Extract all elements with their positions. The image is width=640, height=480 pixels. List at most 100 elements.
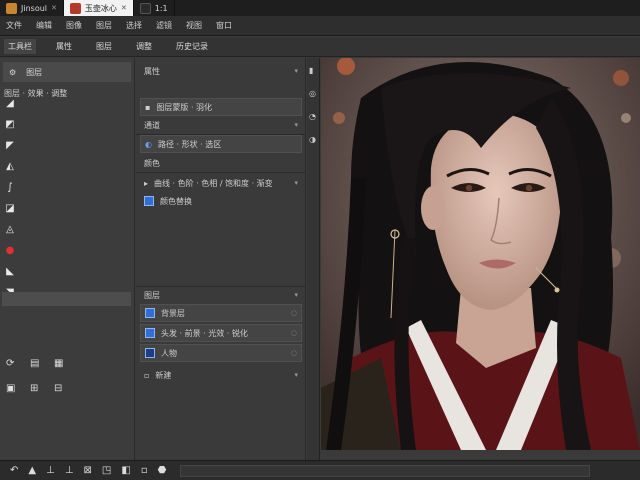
selected-tool-highlight [2,292,131,306]
menu-filter[interactable]: 滤镜 [156,20,172,31]
layer-thumb-icon [145,348,155,358]
menu-bar: 文件 编辑 图像 图层 选择 滤镜 视图 窗口 [0,16,640,36]
panel-section-header[interactable]: 属性 ▾ [140,62,302,80]
left-panel-bottom-icons: ⟳ ▤ ▦ ▣ ⊞ ⊟ [6,358,78,394]
undo-icon[interactable]: ↶ [10,465,18,476]
panel-section-header[interactable]: 图层 ▾ [140,286,302,304]
gear-icon[interactable]: ⚙ [9,68,16,77]
item-label: 新建 [155,370,172,380]
menu-window[interactable]: 窗口 [216,20,232,31]
layer-row[interactable]: ▪ 图层蒙版 · 羽化 [140,98,302,116]
list-item[interactable]: ▫ 新建 ▾ [140,366,302,384]
tab-active-document[interactable]: 玉壶冰心 ✕ [63,0,134,16]
left-panel-header: ⚙ 图层 [3,62,131,82]
panel-section-header[interactable]: ▸ 曲线 · 色阶 · 色相 / 饱和度 · 渐变 ▾ [140,174,302,192]
grid-icon[interactable]: ▦ [54,358,78,369]
align-icon[interactable]: ⊥ [46,465,55,476]
document-tab-bar: Jinsoul ✕ 玉壶冰心 ✕ 1:1 [0,0,640,16]
layer-label: 路径 · 形状 · 选区 [157,139,222,149]
visibility-icon[interactable]: ◌ [291,349,297,357]
settings-icon[interactable]: ⊟ [54,383,78,394]
section-label: 通道 [144,120,160,130]
canvas-image[interactable] [321,58,640,450]
visibility-icon[interactable]: ◌ [291,329,297,337]
panel-tab-tools[interactable]: 工具栏 [4,39,36,54]
fill-tool-icon[interactable]: ◪ [4,203,16,215]
eraser-tool-icon[interactable]: ◩ [4,119,16,131]
tab-jinsoul[interactable]: Jinsoul ✕ [0,0,64,16]
layer-label: 背景层 [161,308,185,318]
color-dot-icon[interactable]: ● [4,245,16,257]
layer-add-icon[interactable]: ▲ [28,465,36,476]
panel-tab-layers[interactable]: 图层 [92,39,116,54]
chevron-down-icon[interactable]: ▾ [294,371,298,379]
brush-tool-icon[interactable]: ◢ [4,98,16,110]
menu-select[interactable]: 选择 [126,20,142,31]
pencil-tool-icon[interactable]: ∫ [4,182,16,194]
panel-tab-properties[interactable]: 属性 [52,39,76,54]
lock-icon[interactable]: ▣ [6,383,30,394]
menu-view[interactable]: 视图 [186,20,202,31]
dodge-tool-icon[interactable]: ◣ [4,266,16,278]
item-label: 颜色 [144,158,160,168]
left-panel-title: 图层 [26,67,43,77]
chevron-down-icon[interactable]: ▾ [294,67,298,75]
circle-icon[interactable]: ◎ [309,89,318,98]
new-layer-icon: ▫ [144,370,150,380]
mask-icon[interactable]: ◑ [309,135,318,144]
menu-layer[interactable]: 图层 [96,20,112,31]
folder-icon[interactable]: ▫ [141,465,148,476]
tab-thumbnail [139,2,151,14]
visibility-icon[interactable]: ◌ [291,309,297,317]
layer-thumb-icon: ▪ [145,102,151,112]
brush-icon: ◐ [145,139,152,149]
layers-properties-panel: 属性 ▾ ▪ 图层蒙版 · 羽化 通道 ▾ ◐ 路径 · 形状 · 选区 颜色 … [136,58,306,460]
refresh-icon[interactable]: ⟳ [6,358,30,369]
list-item[interactable]: 颜色替换 [140,192,302,210]
section-label: 曲线 · 色阶 · 色相 / 饱和度 · 渐变 [154,178,273,188]
adjustment-icon[interactable]: ◧ [121,465,130,476]
layers-icon[interactable]: ▤ [30,358,54,369]
chevron-down-icon[interactable]: ▾ [294,291,298,299]
list-item[interactable]: 颜色 [140,154,302,172]
chevron-down-icon[interactable]: ▾ [294,121,298,129]
tab-third[interactable]: 1:1 [134,0,175,16]
smudge-tool-icon[interactable]: ◭ [4,161,16,173]
tab-thumbnail [69,2,81,14]
item-label: 颜色替换 [160,196,192,206]
layer-thumb-icon [145,308,155,318]
layer-thumb-icon [145,328,155,338]
panel-icon-strip: ▮ ◎ ◔ ◑ [307,58,320,460]
layers-icon[interactable]: ▮ [309,66,318,75]
panel-section-header[interactable]: 通道 ▾ [140,116,302,134]
panel-tab-history[interactable]: 历史记录 [172,39,212,54]
section-label: 属性 [144,66,160,76]
menu-edit[interactable]: 编辑 [36,20,52,31]
close-icon[interactable]: ✕ [51,4,57,12]
layer-row[interactable]: 人物 ◌ [140,344,302,362]
fx-icon[interactable]: ⊠ [84,465,92,476]
mask-add-icon[interactable]: ◳ [102,465,111,476]
left-tool-panel: ⚙ 图层 图层 · 效果 · 调整 ◢ ◩ ◤ ◭ ∫ ◪ ◬ ● ◣ ◥ ⟳ … [0,58,135,460]
menu-image[interactable]: 图像 [66,20,82,31]
adjust-icon[interactable]: ◔ [309,112,318,121]
layer-row[interactable]: 背景层 ◌ [140,304,302,322]
panel-tab-adjust[interactable]: 调整 [132,39,156,54]
merge-icon[interactable]: ⊥ [65,465,74,476]
blur-tool-icon[interactable]: ◬ [4,224,16,236]
layer-row[interactable]: ◐ 路径 · 形状 · 选区 [140,135,302,153]
panel-tab-row: 工具栏 属性 图层 调整 历史记录 [0,37,640,57]
layer-label: 图层蒙版 · 羽化 [156,102,213,112]
portrait-artwork [321,58,640,450]
color-swatch-icon [144,196,154,206]
trash-icon[interactable]: ⬣ [158,465,167,476]
menu-file[interactable]: 文件 [6,20,22,31]
chevron-down-icon[interactable]: ▾ [294,179,298,187]
link-icon[interactable]: ⊞ [30,383,54,394]
tool-list: ◢ ◩ ◤ ◭ ∫ ◪ ◬ ● ◣ ◥ [4,98,18,308]
close-icon[interactable]: ✕ [121,4,127,12]
tab-thumbnail [6,2,17,14]
expand-icon: ▸ [144,178,149,188]
layer-row[interactable]: 头发 · 前景 · 光效 · 锐化 ◌ [140,324,302,342]
pen-tool-icon[interactable]: ◤ [4,140,16,152]
